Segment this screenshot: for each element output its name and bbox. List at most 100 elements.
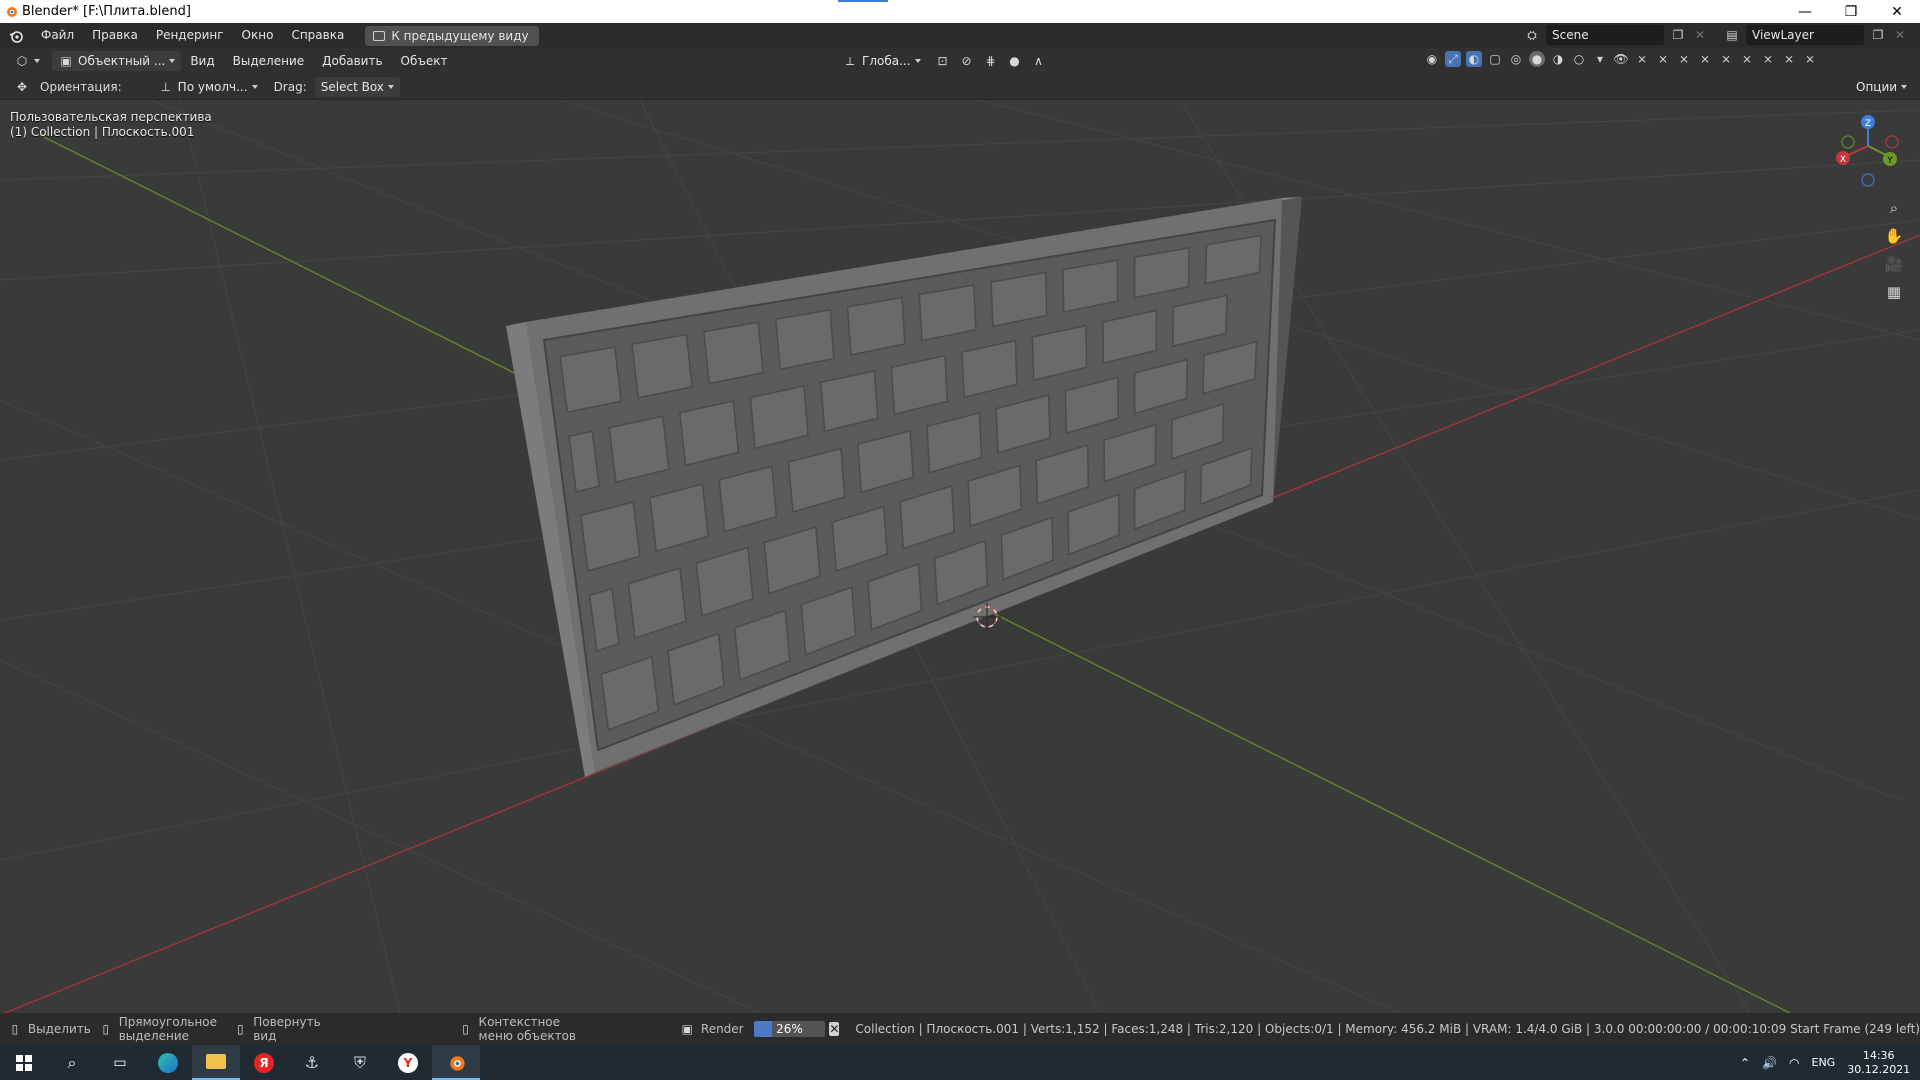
material-shading-icon[interactable]: ◑: [1550, 51, 1566, 67]
status-context-menu: Контекстное меню объектов: [478, 1015, 576, 1043]
wall-panel-object[interactable]: [506, 197, 1302, 777]
chevron-down-icon: [1901, 85, 1908, 89]
brick-tile: [918, 284, 977, 342]
back-to-previous-button[interactable]: К предыдущему виду: [365, 25, 539, 46]
perspective-toggle-icon[interactable]: ▦: [1886, 283, 1902, 301]
status-select: Выделить: [27, 1022, 91, 1036]
snap-target-icon[interactable]: ⋕: [983, 53, 999, 69]
cancel-render-button[interactable]: ✕: [829, 1022, 840, 1036]
view-name: Пользовательская перспектива: [10, 110, 212, 124]
render-label: Render: [700, 1022, 744, 1036]
filter-icon-9[interactable]: ⨯: [1802, 51, 1818, 67]
tool-settings-bar: ✥ Ориентация: ⊥ По умолч... Drag: Select…: [0, 74, 1920, 100]
gizmo-z-label: Z: [1865, 119, 1871, 129]
overlay-toggle-icon[interactable]: ◐: [1466, 51, 1482, 67]
status-bar: ▯ Выделить ▯ Прямоугольное выделение ▯ П…: [0, 1013, 1920, 1045]
viewlayer-selector: ▤ ViewLayer ❐ ✕: [1724, 25, 1908, 45]
proportional-edit-icon[interactable]: ●: [1007, 53, 1023, 69]
windows-logo-icon: [16, 1054, 32, 1071]
menu-file[interactable]: Файл: [32, 23, 83, 48]
search-icon[interactable]: ⌕: [48, 1045, 96, 1080]
render-icon: ▣: [681, 1022, 693, 1036]
editor-type-dropdown[interactable]: ⬡: [8, 51, 46, 71]
zoom-icon[interactable]: ⌕: [1886, 199, 1902, 217]
brick-tile: [774, 308, 835, 371]
navigation-gizmo[interactable]: Z Y X: [1836, 115, 1899, 187]
delete-scene-icon[interactable]: ✕: [1692, 27, 1708, 43]
filter-icon-7[interactable]: ⨯: [1760, 51, 1776, 67]
object-mode-icon: ▣: [60, 54, 72, 68]
volume-icon[interactable]: 🔊: [1762, 1056, 1777, 1070]
edge-browser-icon[interactable]: [144, 1045, 192, 1080]
filter-icon-2[interactable]: ⨯: [1655, 51, 1671, 67]
orientation-icon: ⟂: [845, 53, 854, 68]
close-window-button[interactable]: ✕: [1874, 0, 1920, 23]
tray-overflow-icon[interactable]: ⌃: [1740, 1056, 1750, 1070]
viewlayer-name-field[interactable]: ViewLayer: [1746, 25, 1864, 45]
orientation-dropdown[interactable]: ⊥ По умолч...: [152, 77, 264, 97]
minimize-button[interactable]: —: [1782, 0, 1828, 23]
camera-view-icon[interactable]: 🎥: [1885, 255, 1904, 273]
gizmo-toggle-icon[interactable]: ⤢: [1445, 51, 1461, 67]
filter-icon-3[interactable]: ⨯: [1676, 51, 1692, 67]
falloff-icon[interactable]: ∧: [1031, 53, 1047, 69]
filter-icon-1[interactable]: ⨯: [1634, 51, 1650, 67]
status-rotate-view: Повернуть вид: [253, 1015, 321, 1043]
menu-select[interactable]: Выделение: [224, 49, 313, 74]
xray-icon[interactable]: ▢: [1487, 51, 1503, 67]
menu-render[interactable]: Рендеринг: [147, 23, 233, 48]
filter-icon-4[interactable]: ⨯: [1697, 51, 1713, 67]
menu-object[interactable]: Объект: [392, 49, 457, 74]
render-progress-bar: 26%: [753, 1021, 826, 1037]
rendered-shading-icon[interactable]: ○: [1571, 51, 1587, 67]
menu-window[interactable]: Окно: [233, 23, 283, 48]
solid-shading-icon[interactable]: ●: [1529, 51, 1545, 67]
world-of-warships-icon[interactable]: ⚓: [288, 1045, 336, 1080]
menu-help[interactable]: Справка: [282, 23, 353, 48]
viewport-navigation-buttons: ⌕ ✋ 🎥 ▦: [1885, 199, 1904, 301]
visibility-icon[interactable]: ◉: [1424, 51, 1440, 67]
yandex-music-icon[interactable]: Y: [384, 1045, 432, 1080]
scene-icon[interactable]: ⛭: [1524, 27, 1540, 43]
shading-options-icon[interactable]: ▾: [1592, 51, 1608, 67]
new-scene-icon[interactable]: ❐: [1670, 27, 1686, 43]
menu-edit[interactable]: Правка: [83, 23, 147, 48]
world-of-tanks-icon[interactable]: ⛨: [336, 1045, 384, 1080]
delete-viewlayer-icon[interactable]: ✕: [1892, 27, 1908, 43]
options-dropdown[interactable]: Опции: [1850, 77, 1913, 97]
snap-icon[interactable]: ⊘: [959, 53, 975, 69]
menu-view[interactable]: Вид: [181, 49, 223, 74]
hide-in-viewport-icon[interactable]: 👁: [1613, 51, 1629, 67]
brick-tile: [846, 296, 906, 356]
maximize-button[interactable]: ❐: [1828, 0, 1874, 23]
filter-icon-8[interactable]: ⨯: [1781, 51, 1797, 67]
pivot-point-icon[interactable]: ⊡: [935, 53, 951, 69]
mode-dropdown[interactable]: ▣ Объектный ...: [52, 51, 182, 71]
mouse-left-icon: ▯: [11, 1022, 19, 1036]
input-language[interactable]: ENG: [1812, 1056, 1836, 1069]
start-button[interactable]: [0, 1045, 48, 1080]
filter-icon-5[interactable]: ⨯: [1718, 51, 1734, 67]
screen-icon: [373, 30, 386, 41]
new-viewlayer-icon[interactable]: ❐: [1870, 27, 1886, 43]
yandex-browser-icon[interactable]: Я: [240, 1045, 288, 1080]
blender-taskbar-icon[interactable]: [432, 1045, 480, 1080]
move-tool-icon[interactable]: ✥: [14, 79, 30, 95]
pan-hand-icon[interactable]: ✋: [1885, 227, 1904, 245]
scene-name-field[interactable]: Scene: [1546, 25, 1664, 45]
drag-label: Drag:: [273, 79, 307, 94]
filter-icon-6[interactable]: ⨯: [1739, 51, 1755, 67]
menu-add[interactable]: Добавить: [313, 49, 391, 74]
3d-viewport[interactable]: Z Y X Пользовательская перспектива (1) C…: [0, 100, 1920, 1013]
drag-dropdown[interactable]: Select Box: [314, 76, 400, 97]
task-view-icon[interactable]: ▭: [96, 1045, 144, 1080]
wifi-icon[interactable]: ◠: [1789, 1056, 1799, 1070]
transform-orientation-dropdown[interactable]: ⟂ Глоба...: [836, 51, 927, 71]
chevron-down-icon: [914, 59, 921, 63]
clock[interactable]: 14:36 30.12.2021: [1847, 1049, 1910, 1077]
file-explorer-icon[interactable]: [192, 1045, 240, 1080]
blender-menu-icon[interactable]: [8, 28, 24, 44]
wireframe-shading-icon[interactable]: ◎: [1508, 51, 1524, 67]
brick-tile: [631, 333, 694, 399]
viewlayer-icon[interactable]: ▤: [1724, 27, 1740, 43]
